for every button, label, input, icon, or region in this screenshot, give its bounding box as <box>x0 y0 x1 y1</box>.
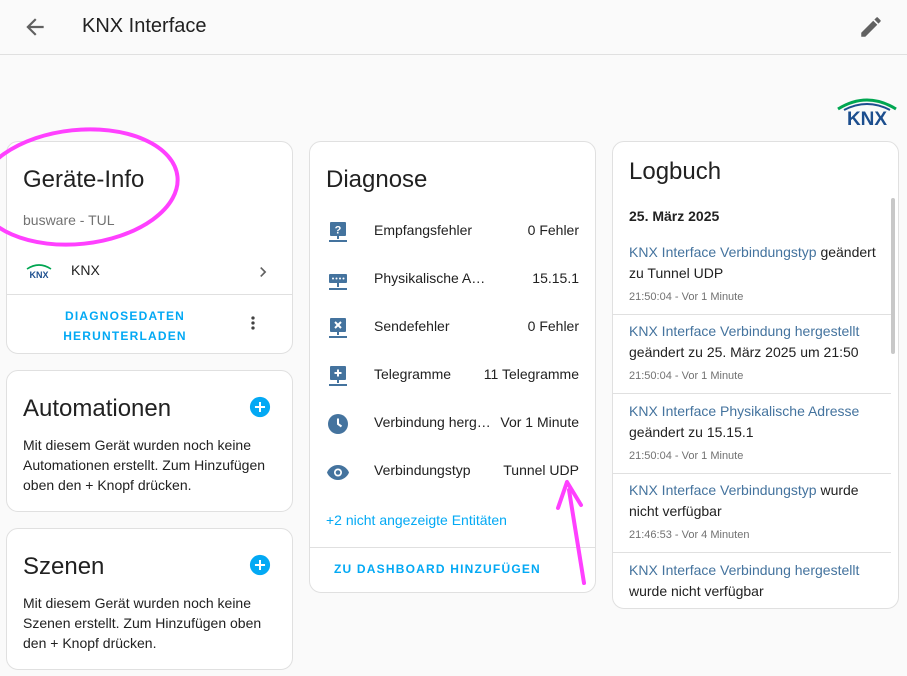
device-info-card: Geräte-Info busware - TUL KNX KNX DIAGNO… <box>6 141 293 354</box>
more-vertical-icon[interactable] <box>243 312 263 334</box>
logbook-entity-link[interactable]: KNX Interface Verbindungstyp <box>629 244 817 260</box>
download-diagnostics-button[interactable]: DIAGNOSEDATEN HERUNTERLADEN <box>55 306 195 346</box>
clock-icon <box>328 414 348 434</box>
plus-network-icon <box>329 366 347 386</box>
logbook-time: 21:50:04 - Vor 1 Minute <box>629 450 744 462</box>
diag-value: 0 Fehler <box>527 222 579 238</box>
diag-name: Physikalische Adresse <box>374 270 492 286</box>
diag-value: Vor 1 Minute <box>500 414 579 430</box>
automations-empty-text: Mit diesem Gerät wurden noch keine Autom… <box>23 437 266 493</box>
logbook-time: 21:50:04 - Vor 1 Minute <box>629 291 744 303</box>
pencil-icon[interactable] <box>858 14 884 40</box>
top-app-bar: KNX Interface <box>0 0 907 55</box>
close-network-icon <box>329 318 347 338</box>
page-title: KNX Interface <box>82 15 207 37</box>
diagnose-title: Diagnose <box>326 166 428 193</box>
diag-row-physical-address[interactable]: Physikalische Adresse 15.15.1 <box>310 255 595 303</box>
divider <box>7 294 292 295</box>
svg-text:KNX: KNX <box>847 109 887 127</box>
logbook-entity-link[interactable]: KNX Interface Verbindungstyp <box>629 482 817 498</box>
scenes-empty-text: Mit diesem Gerät wurden noch keine Szene… <box>23 595 262 651</box>
diag-row-send-errors[interactable]: Sendefehler 0 Fehler <box>310 303 595 351</box>
hidden-entities-link[interactable]: +2 nicht angezeigte Entitäten <box>326 512 507 528</box>
diag-value: 0 Fehler <box>527 318 579 334</box>
logbook-list[interactable]: KNX Interface Verbindungstyp geändert zu… <box>613 236 898 608</box>
diag-value: Tunnel UDP <box>503 462 579 478</box>
diag-row-receive-errors[interactable]: ? Empfangsfehler 0 Fehler <box>310 207 595 255</box>
diag-name: Empfangsfehler <box>374 222 473 238</box>
scenes-card: Szenen Mit diesem Gerät wurden noch kein… <box>6 528 293 670</box>
divider <box>613 393 891 394</box>
diag-name: Telegramme <box>374 366 452 382</box>
divider <box>310 547 595 548</box>
integration-label: KNX <box>71 262 100 278</box>
device-manufacturer-model: busware - TUL <box>23 212 115 228</box>
logbook-time: 21:46:53 - Vor 4 Minuten <box>629 529 750 541</box>
diag-row-telegrams[interactable]: Telegramme 11 Telegramme <box>310 351 595 399</box>
ethernet-network-icon <box>329 274 347 290</box>
logbook-date: 25. März 2025 <box>629 208 720 224</box>
diag-name: Verbindung hergestellt <box>374 414 492 430</box>
diagnose-card: Diagnose ? Empfangsfehler 0 Fehler Physi… <box>309 141 596 593</box>
divider <box>613 473 891 474</box>
diag-row-connection-established[interactable]: Verbindung hergestellt Vor 1 Minute <box>310 399 595 447</box>
diag-name: Verbindungstyp <box>374 462 471 478</box>
scenes-title: Szenen <box>23 553 105 580</box>
download-label-line2: HERUNTERLADEN <box>63 329 187 343</box>
logbook-title: Logbuch <box>629 158 722 185</box>
chevron-right-icon <box>260 267 267 277</box>
svg-text:KNX: KNX <box>29 270 48 280</box>
logbook-entity-link[interactable]: KNX Interface Verbindung hergestellt <box>629 562 859 578</box>
automations-card: Automationen Mit diesem Gerät wurden noc… <box>6 370 293 512</box>
knx-logo: KNX <box>837 98 897 127</box>
download-label-line1: DIAGNOSEDATEN <box>64 309 186 323</box>
diag-value: 15.15.1 <box>532 270 579 286</box>
add-scene-button[interactable] <box>249 554 271 576</box>
help-network-icon: ? <box>329 222 347 242</box>
device-info-title: Geräte-Info <box>23 166 145 193</box>
logbook-change: wurde nicht verfügbar <box>629 583 764 599</box>
logbook-scrollbar[interactable] <box>891 198 895 354</box>
add-automation-button[interactable] <box>249 396 271 418</box>
eye-icon <box>327 465 349 480</box>
divider <box>613 552 891 553</box>
logbook-change: geändert zu 15.15.1 <box>629 424 754 440</box>
arrow-left-icon[interactable] <box>22 14 48 40</box>
svg-text:?: ? <box>335 225 342 237</box>
logbook-change: geändert zu 25. März 2025 um 21:50 <box>629 344 859 360</box>
diag-row-connection-type[interactable]: Verbindungstyp Tunnel UDP <box>310 447 595 495</box>
divider <box>613 314 891 315</box>
diag-name: Sendefehler <box>374 318 450 334</box>
logbook-card: Logbuch 25. März 2025 KNX Interface Verb… <box>612 141 899 609</box>
logbook-time: 21:50:04 - Vor 1 Minute <box>629 370 744 382</box>
logbook-entity-link[interactable]: KNX Interface Physikalische Adresse <box>629 403 859 419</box>
integration-row-knx[interactable]: KNX KNX <box>7 250 292 294</box>
knx-mini-logo-icon: KNX <box>26 264 52 280</box>
add-to-dashboard-button[interactable]: ZU DASHBOARD HINZUFÜGEN <box>334 562 541 576</box>
logbook-entity-link[interactable]: KNX Interface Verbindung hergestellt <box>629 323 859 339</box>
automations-title: Automationen <box>23 395 172 422</box>
diag-value: 11 Telegramme <box>483 366 579 382</box>
